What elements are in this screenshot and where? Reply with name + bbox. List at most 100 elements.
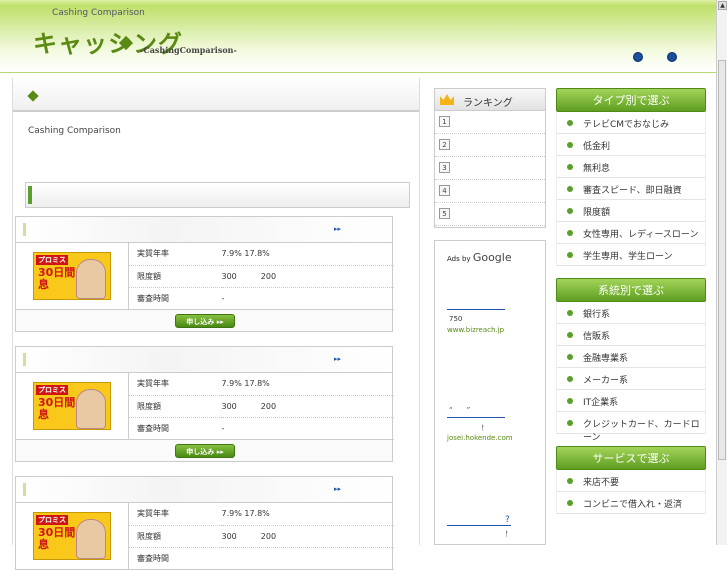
ad-link-line[interactable] xyxy=(447,309,505,310)
spec-row: 実質年率 7.9% 17.8% xyxy=(128,243,394,266)
sidebar-link-label: 女性専用、レディースローン xyxy=(583,230,699,240)
ad-text: ！ xyxy=(505,530,512,538)
sidebar-link[interactable]: 審査スピード、即日融資 xyxy=(556,178,706,200)
spec-row: 実質年率 7.9% 17.8% xyxy=(128,503,394,526)
sidebar-link[interactable]: 来店不要 xyxy=(556,470,706,492)
scroll-up-icon[interactable]: ▲ xyxy=(718,1,727,10)
bullet-icon xyxy=(567,186,573,192)
sidebar-section-title: サービスで選ぶ xyxy=(556,446,706,470)
nav-dot-icon[interactable] xyxy=(633,52,643,62)
promo-banner[interactable]: プロミス 30日間 無利息 xyxy=(33,512,111,560)
card-footer: 申し込み ▸▸ xyxy=(16,309,392,331)
ad-title[interactable]: ? xyxy=(505,515,510,525)
sidebar-link[interactable]: 学生専用、学生ローン xyxy=(556,244,706,266)
rank-number: 5 xyxy=(439,208,450,219)
spec-row: 限度額 300 200 xyxy=(128,265,394,288)
sidebar-link[interactable]: 銀行系 xyxy=(556,302,706,324)
detail-arrow-icon[interactable]: ▸▸ xyxy=(334,225,341,233)
sidebar-link-label: 審査スピード、即日融資 xyxy=(583,186,682,196)
ad-link-line[interactable] xyxy=(447,525,511,526)
card-body: プロミス 30日間 無利息 実質年率 7.9% 17.8% 限度額 300 200 審査時… xyxy=(16,243,394,310)
bullet-icon xyxy=(567,230,573,236)
ranking-item[interactable]: 5 xyxy=(435,203,545,226)
heading-marker xyxy=(28,186,32,204)
detail-arrow-icon[interactable]: ▸▸ xyxy=(334,355,341,363)
banner-brand: プロミス xyxy=(36,255,68,265)
promo-banner[interactable]: プロミス 30日間 無利息 xyxy=(33,382,111,430)
apply-button[interactable]: 申し込み ▸▸ xyxy=(175,314,235,328)
spec-row: 審査時間 - xyxy=(128,287,394,310)
promo-banner[interactable]: プロミス 30日間 無利息 xyxy=(33,252,111,300)
bullet-icon xyxy=(567,252,573,258)
card-header: ▸▸ xyxy=(16,347,392,373)
bullet-icon xyxy=(567,310,573,316)
card-marker xyxy=(23,483,26,496)
ad-title[interactable]: “ ” xyxy=(449,405,470,415)
sidebar-link-label: コンビニで借入れ・返済 xyxy=(583,500,683,510)
sidebar-link-label: 金融専業系 xyxy=(583,354,629,364)
sidebar-link[interactable]: 限度額 xyxy=(556,200,706,222)
ranking-item[interactable]: 3 xyxy=(435,157,545,180)
spec-row: 実質年率 7.9% 17.8% xyxy=(128,373,394,396)
sidebar-link[interactable]: 低金利 xyxy=(556,134,706,156)
sidebar-link[interactable]: 金融専業系 xyxy=(556,346,706,368)
sidebar-link-label: IT企業系 xyxy=(583,398,619,408)
loan-card: ▸▸ プロミス 30日間 無利息 実質年率 7.9% 17.8% 限度額 300 200… xyxy=(15,216,394,332)
sidebar-link[interactable]: 女性専用、レディースローン xyxy=(556,222,706,244)
sidebar-link-label: 低金利 xyxy=(583,142,611,152)
google-logo[interactable]: Google xyxy=(473,251,512,264)
sidebar-section-title: タイプ別で選ぶ xyxy=(556,88,706,112)
sidebar-link-label: 信販系 xyxy=(583,332,611,342)
nav-dot-icon[interactable] xyxy=(667,52,677,62)
sidebar-section: サービスで選ぶ来店不要コンビニで借入れ・返済 xyxy=(556,446,706,514)
ranking-item[interactable]: 1 xyxy=(435,111,545,134)
ranking-item[interactable]: 4 xyxy=(435,180,545,203)
apply-button[interactable]: 申し込み ▸▸ xyxy=(175,444,235,458)
sidebar-link[interactable]: 無利息 xyxy=(556,156,706,178)
spec-label: 実質年率 xyxy=(128,373,222,396)
sidebar-link[interactable]: テレビCMでおなじみ xyxy=(556,112,706,134)
spec-table: 実質年率 7.9% 17.8% 限度額 300 200 審査時間 - xyxy=(128,243,394,310)
spec-value: - xyxy=(221,287,394,310)
loan-card: ▸▸ プロミス 30日間 無利息 実質年率 7.9% 17.8% 限度額 300 200… xyxy=(15,346,394,462)
sidebar-link[interactable]: コンビニで借入れ・返済 xyxy=(556,492,706,514)
sidebar-link[interactable]: 信販系 xyxy=(556,324,706,346)
ad-link-line[interactable] xyxy=(447,417,505,418)
bullet-icon xyxy=(567,376,573,382)
banner-brand: プロミス xyxy=(36,515,68,525)
card-footer: 申し込み ▸▸ xyxy=(16,439,392,461)
sidebar-link-label: 来店不要 xyxy=(583,478,620,488)
banner-person-image xyxy=(76,519,106,559)
spec-value: 7.9% 17.8% xyxy=(221,243,394,266)
loan-card: ▸▸ プロミス 30日間 無利息 実質年率 7.9% 17.8% 限度額 300 200… xyxy=(15,476,394,570)
bullet-icon xyxy=(567,478,573,484)
rank-number: 4 xyxy=(439,185,450,196)
sidebar-link[interactable]: クレジットカード、カードローン xyxy=(556,412,706,443)
scroll-thumb[interactable] xyxy=(718,60,726,460)
banner-person-image xyxy=(76,259,106,299)
ad-url[interactable]: www.bizreach.jp xyxy=(447,326,504,334)
rank-number: 3 xyxy=(439,162,450,173)
bullet-icon xyxy=(567,354,573,360)
site-logo-subtitle: -CashingComparison- xyxy=(140,45,237,55)
ranking-item[interactable]: 2 xyxy=(435,134,545,157)
scrollbar[interactable]: ▲ xyxy=(716,0,727,545)
spec-row: 限度額 300 200 xyxy=(128,395,394,418)
ad-url[interactable]: josei.hokende.com xyxy=(447,434,513,442)
spec-label: 実質年率 xyxy=(128,243,222,266)
section-heading-bar xyxy=(25,182,410,208)
spec-label: 審査時間 xyxy=(128,547,222,570)
sidebar-link[interactable]: メーカー系 xyxy=(556,368,706,390)
detail-arrow-icon[interactable]: ▸▸ xyxy=(334,485,341,493)
spec-value: 300 200 xyxy=(221,525,394,548)
diamond-icon xyxy=(27,90,39,102)
sidebar-link[interactable]: IT企業系 xyxy=(556,390,706,412)
spec-row: 審査時間 xyxy=(128,547,394,570)
spec-label: 限度額 xyxy=(128,265,222,288)
bullet-icon xyxy=(567,142,573,148)
spec-label: 審査時間 xyxy=(128,287,222,310)
ads-label: Ads by xyxy=(447,255,471,263)
ads-header: Ads by Google xyxy=(447,251,512,264)
spec-row: 審査時間 - xyxy=(128,417,394,440)
bullet-icon xyxy=(567,420,573,426)
